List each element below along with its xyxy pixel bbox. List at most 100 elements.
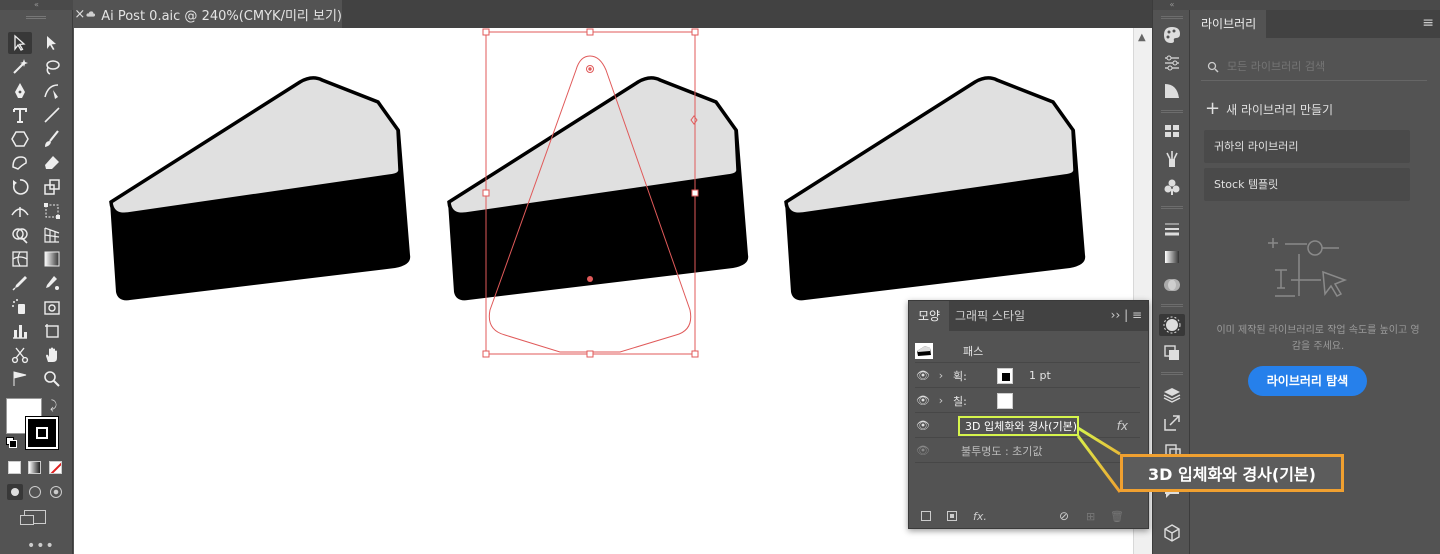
strip-drag-handle[interactable] [1161,16,1183,19]
new-library-button[interactable]: + 새 라이브러리 만들기 [1205,100,1333,118]
tab-appearance[interactable]: 모양 [909,301,949,331]
3d-materials-panel-icon[interactable] [1159,522,1185,544]
appearance-panel-icon[interactable] [1159,314,1185,336]
fill-swatch[interactable] [997,392,1013,409]
appearance-fill-row[interactable]: 👁 › 칠: [915,389,1140,413]
perspective-grid-tool-icon[interactable] [40,224,64,246]
visibility-eye-icon[interactable]: 👁 [915,394,931,407]
close-tab-icon[interactable]: × [74,7,86,22]
color-mode-icon[interactable] [8,461,21,474]
line-tool-icon[interactable] [40,104,64,126]
visibility-eye-icon[interactable]: 👁 [915,369,931,382]
delete-item-icon[interactable]: 🗑 [1110,510,1124,523]
panel-menu-icon[interactable]: ›› | ≡ [1111,308,1142,322]
panel-menu-icon[interactable]: ≡ [1422,15,1434,31]
hand-tool-icon[interactable] [40,344,64,366]
effect-item-highlight[interactable]: 3D 입체화와 경사(기본) [958,416,1079,436]
scroll-up-icon[interactable]: ▲ [1138,32,1146,43]
column-graph-tool-icon[interactable] [8,320,32,342]
export-panel-icon[interactable] [1159,412,1185,434]
library-item-stock-templates[interactable]: Stock 템플릿 [1204,168,1410,201]
visibility-eye-icon[interactable]: 👁 [915,444,931,457]
tab-graphic-styles[interactable]: 그래픽 스타일 [955,301,1025,331]
draw-behind-icon[interactable] [29,486,41,498]
visibility-eye-icon[interactable]: 👁 [915,419,931,432]
pen-tool-icon[interactable] [8,80,32,102]
transparency-panel-icon[interactable] [1159,274,1185,296]
swatches-panel-icon[interactable] [1159,120,1185,142]
free-transform-tool-icon[interactable] [40,200,64,222]
polygon-tool-icon[interactable] [8,128,32,150]
gradient-panel-icon[interactable] [1159,246,1185,268]
magic-wand-tool-icon[interactable] [8,56,32,78]
add-effect-icon[interactable]: fx. [973,510,987,523]
libraries-panel-grip[interactable] [1191,0,1440,10]
symbols-panel-icon[interactable] [1159,176,1185,198]
slice-tool-icon[interactable] [40,296,64,318]
opacity-label[interactable]: 불투명도 : 초기값 [961,443,1043,459]
library-illustration-icon [1268,238,1348,297]
draw-inside-icon[interactable] [50,486,62,498]
chevron-right-icon[interactable]: › [933,394,949,407]
mesh-tool-icon[interactable] [8,248,32,270]
rotate-tool-icon[interactable] [8,176,32,198]
library-search-input[interactable] [1227,60,1417,73]
type-tool-icon[interactable] [8,104,32,126]
document-tab[interactable]: × Ai Post 0.aic @ 240%(CMYK/미리 보기) [74,0,342,28]
strip-collapse-grip[interactable]: « [1153,0,1191,10]
toolbar-drag-handle[interactable] [26,16,46,19]
appearance-stroke-row[interactable]: 👁 › 획: 1 pt [915,364,1140,388]
direct-selection-tool-icon[interactable] [40,32,64,54]
add-stroke-icon[interactable] [921,511,931,521]
gradient-tool-icon[interactable] [40,248,64,270]
cake-slice-right[interactable] [784,76,1086,301]
effect-callout: 3D 입체화와 경사(기본) [1120,454,1344,492]
width-tool-icon[interactable] [8,200,32,222]
properties-panel-icon[interactable] [1159,52,1185,74]
color-guide-panel-icon[interactable] [1159,80,1185,102]
panel-collapse-grip[interactable]: « [0,0,73,10]
screen-mode-icon[interactable] [20,510,46,525]
shaper-tool-icon[interactable] [8,152,32,174]
eraser-tool-icon[interactable] [40,152,64,174]
layers-panel-icon[interactable] [1159,384,1185,406]
stroke-weight-value[interactable]: 1 pt [1029,369,1051,382]
symbol-sprayer-tool-icon[interactable] [8,296,32,318]
eyedropper-tool-icon[interactable] [8,272,32,294]
graphic-styles-panel-icon[interactable] [1159,342,1185,364]
add-fill-icon[interactable] [947,511,957,521]
stroke-swatch[interactable] [997,367,1013,384]
library-item-your-libraries[interactable]: 귀하의 라이브러리 [1204,130,1410,163]
library-search[interactable] [1201,53,1427,81]
blend-tool-icon[interactable] [40,272,64,294]
scale-tool-icon[interactable] [40,176,64,198]
zoom-tool-icon[interactable] [40,368,64,390]
chevron-right-icon[interactable]: › [933,369,949,382]
paintbrush-tool-icon[interactable] [40,128,64,150]
duplicate-item-icon[interactable]: ⊞ [1086,510,1095,523]
none-mode-icon[interactable] [49,461,62,474]
center-point-icon [587,276,593,282]
scissors-tool-icon[interactable] [8,344,32,366]
stroke-panel-icon[interactable] [1159,218,1185,240]
lasso-tool-icon[interactable] [40,56,64,78]
cake-slice-left[interactable] [109,76,411,301]
edit-toolbar-icon[interactable]: ••• [27,538,55,554]
stroke-color-swatch[interactable] [25,416,59,450]
tab-libraries[interactable]: 라이브러리 [1191,10,1267,38]
gradient-mode-icon[interactable] [28,461,41,474]
clear-appearance-icon[interactable]: ⊘ [1059,509,1069,523]
brushes-panel-icon[interactable] [1159,148,1185,170]
curvature-tool-icon[interactable] [40,80,64,102]
shape-builder-tool-icon[interactable] [8,224,32,246]
appearance-object-row[interactable]: 패스 [915,339,1140,363]
color-panel-icon[interactable] [1159,24,1185,46]
swap-fill-stroke-icon[interactable]: ⤸ [50,398,57,413]
print-tiling-tool-icon[interactable] [8,368,32,390]
default-colors-icon[interactable] [6,437,18,449]
cake-slice-middle[interactable] [447,76,749,301]
draw-normal-icon[interactable] [7,484,23,500]
explore-libraries-button[interactable]: 라이브러리 탐색 [1248,366,1367,396]
selection-tool-icon[interactable] [8,32,32,54]
artboard-tool-icon[interactable] [40,320,64,342]
